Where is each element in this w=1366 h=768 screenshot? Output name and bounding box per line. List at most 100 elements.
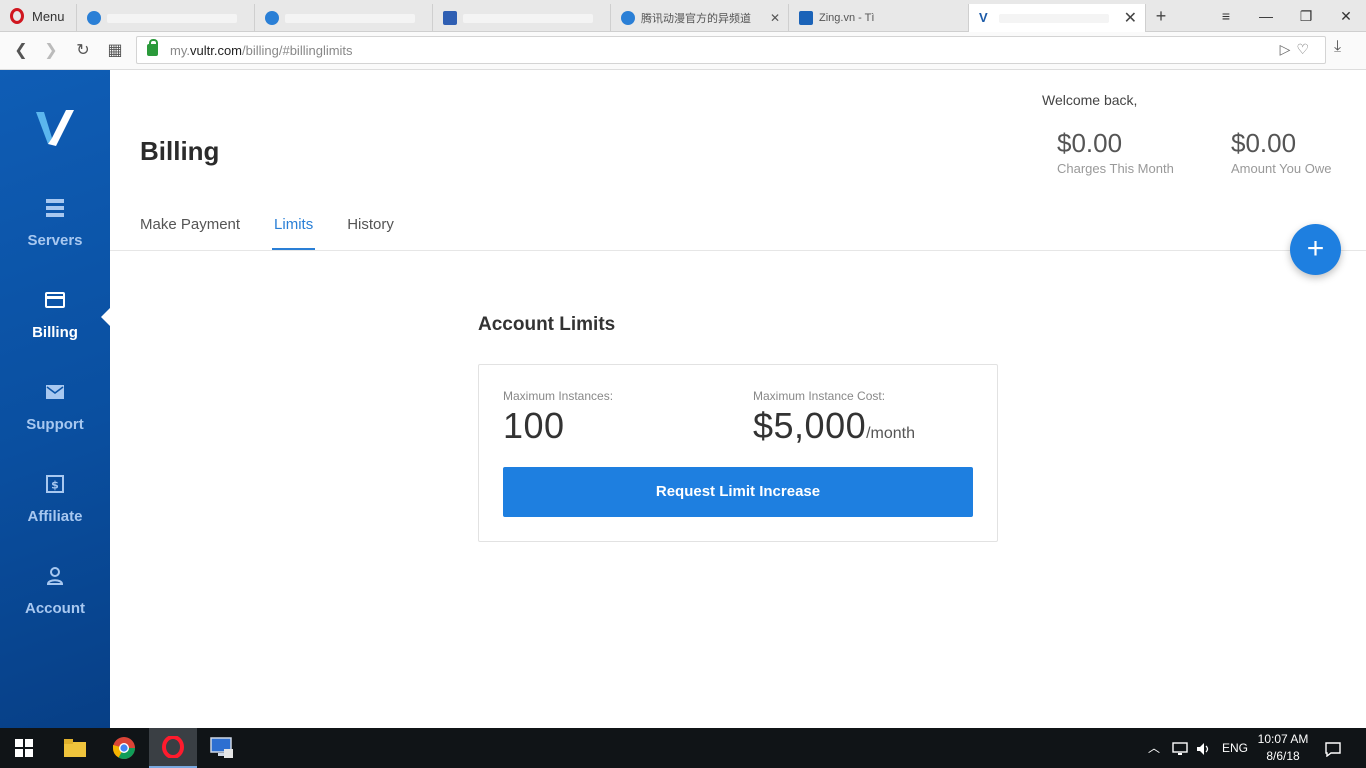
sidebar-item-label: Account — [25, 600, 85, 617]
section-title: Account Limits — [478, 314, 616, 335]
reload-icon[interactable]: ↻ — [70, 38, 96, 64]
windows-taskbar: ︿ ENG 10:07 AM 8/6/18 — [0, 728, 1366, 768]
restore-button[interactable]: ❐ — [1286, 0, 1326, 32]
vultr-logo-icon[interactable] — [34, 108, 76, 148]
max-cost-row: $5,000/month — [753, 405, 915, 447]
browser-tab[interactable] — [432, 4, 610, 32]
browser-tab-strip: Menu 腾讯动漫官方的异频道 ✕ Zing.vn - Tì V ✕ + ≡ —… — [0, 0, 1366, 32]
browser-tab[interactable]: Zing.vn - Tì — [788, 4, 968, 32]
sidebar: Servers Billing Support $ Affiliate Acco… — [0, 70, 110, 728]
back-button[interactable]: ❮ — [8, 38, 34, 64]
billing-card-icon — [45, 292, 65, 308]
tab-close-icon[interactable]: ✕ — [770, 11, 780, 25]
tab-favicon-icon — [443, 11, 457, 25]
opera-taskbar-icon[interactable] — [149, 728, 197, 768]
address-bar-row: ❮ ❯ ↻ ▦ my. vultr.com/billing/#billinglim… — [0, 32, 1366, 70]
servers-icon — [46, 199, 64, 217]
system-clock[interactable]: 10:07 AM 8/6/18 — [1250, 731, 1316, 765]
max-cost-unit: /month — [866, 425, 916, 442]
opera-menu-button[interactable]: Menu — [0, 0, 72, 32]
max-instances: Maximum Instances: 100 — [503, 389, 613, 447]
opera-logo-icon — [10, 8, 24, 24]
max-cost-value: $5,000 — [753, 405, 867, 446]
max-instances-label: Maximum Instances: — [503, 389, 614, 403]
sidebar-item-account[interactable]: Account — [0, 566, 110, 646]
clock-time: 10:07 AM — [1257, 732, 1309, 746]
envelope-icon — [46, 385, 64, 399]
windows-start-icon[interactable] — [0, 728, 48, 768]
network-icon[interactable] — [1172, 728, 1188, 768]
url-path: /billing/#billinglimits — [242, 42, 353, 58]
browser-tab[interactable]: 腾讯动漫官方的异频道 ✕ — [610, 4, 788, 32]
dollar-icon: $ — [46, 475, 64, 493]
tab-close-icon[interactable]: ✕ — [1124, 8, 1137, 28]
input-language[interactable]: ENG — [1222, 728, 1248, 768]
url-action-icons[interactable]: ▷♡ — [1280, 41, 1315, 58]
action-center-icon[interactable] — [1325, 728, 1341, 768]
tabs-divider — [110, 250, 1366, 251]
max-instance-cost: Maximum Instance Cost: $5,000/month — [753, 389, 915, 447]
main-content: Billing Welcome back, $0.00 Charges This… — [110, 70, 1366, 728]
page-title: Billing — [140, 136, 220, 166]
charges-this-month: $0.00 Charges This Month — [1057, 128, 1174, 176]
max-instances-value: 100 — [503, 405, 565, 446]
url-prefix: my. — [170, 42, 190, 58]
charges-label: Charges This Month — [1057, 161, 1174, 176]
tab-menu-icon[interactable]: ≡ — [1206, 0, 1246, 32]
tab-make-payment[interactable]: Make Payment — [140, 210, 240, 250]
tab-history[interactable]: History — [347, 210, 394, 250]
vultr-favicon-icon: V — [979, 10, 988, 25]
remote-desktop-icon[interactable] — [198, 728, 246, 768]
owe-amount: $0.00 — [1231, 128, 1297, 158]
active-nav-pointer — [101, 308, 110, 326]
tab-title — [285, 13, 415, 23]
charges-amount: $0.00 — [1057, 128, 1123, 158]
tab-favicon-icon — [799, 11, 813, 25]
tab-limits[interactable]: Limits — [272, 210, 316, 250]
add-button[interactable]: + — [1290, 224, 1341, 275]
volume-icon[interactable] — [1196, 728, 1212, 768]
secure-lock-icon — [147, 39, 158, 56]
sidebar-item-support[interactable]: Support — [0, 382, 110, 462]
sidebar-item-label: Affiliate — [27, 508, 83, 525]
tab-title: Zing.vn - Tì — [819, 12, 875, 24]
tab-title — [107, 13, 237, 23]
sidebar-item-label: Servers — [27, 232, 83, 249]
url-field[interactable]: my. vultr.com/billing/#billinglimits ▷♡ — [136, 36, 1326, 64]
tab-favicon-icon — [265, 11, 279, 25]
account-limits-card: Maximum Instances: 100 Maximum Instance … — [478, 364, 998, 542]
browser-tab[interactable] — [76, 4, 254, 32]
sidebar-item-label: Billing — [32, 324, 78, 341]
tab-title — [463, 13, 593, 23]
amount-you-owe: $0.00 Amount You Owe — [1231, 128, 1331, 176]
sidebar-item-billing[interactable]: Billing — [0, 290, 110, 370]
opera-menu-label: Menu — [32, 8, 65, 24]
new-tab-button[interactable]: + — [1150, 4, 1172, 28]
sidebar-item-label: Support — [26, 416, 84, 433]
speed-dial-icon[interactable]: ▦ — [102, 38, 128, 64]
max-cost-label: Maximum Instance Cost: — [753, 389, 886, 403]
file-explorer-icon[interactable] — [51, 728, 99, 768]
browser-tab[interactable] — [254, 4, 432, 32]
chrome-icon[interactable] — [100, 728, 148, 768]
tab-favicon-icon — [621, 11, 635, 25]
browser-tab-active[interactable]: V ✕ — [968, 4, 1146, 32]
svg-text:$: $ — [51, 479, 59, 492]
tab-title: 腾讯动漫官方的异频道 — [641, 13, 751, 25]
sidebar-item-servers[interactable]: Servers — [0, 198, 110, 278]
forward-button[interactable]: ❯ — [38, 38, 64, 64]
welcome-text: Welcome back, — [1042, 92, 1138, 108]
show-hidden-icons[interactable]: ︿ — [1148, 728, 1160, 768]
tab-title — [999, 13, 1109, 23]
owe-label: Amount You Owe — [1231, 161, 1332, 176]
sidebar-item-affiliate[interactable]: $ Affiliate — [0, 474, 110, 554]
download-icon[interactable]: ⤓ — [1334, 38, 1341, 56]
minimize-button[interactable]: — — [1246, 0, 1286, 32]
tab-favicon-icon — [87, 11, 101, 25]
request-limit-increase-button[interactable]: Request Limit Increase — [503, 467, 973, 517]
close-window-button[interactable]: ✕ — [1326, 0, 1366, 32]
clock-date: 8/6/18 — [1266, 749, 1300, 763]
url-domain: vultr.com — [189, 42, 242, 58]
billing-tabs: Make Payment Limits History — [140, 210, 428, 250]
user-icon — [46, 567, 64, 585]
